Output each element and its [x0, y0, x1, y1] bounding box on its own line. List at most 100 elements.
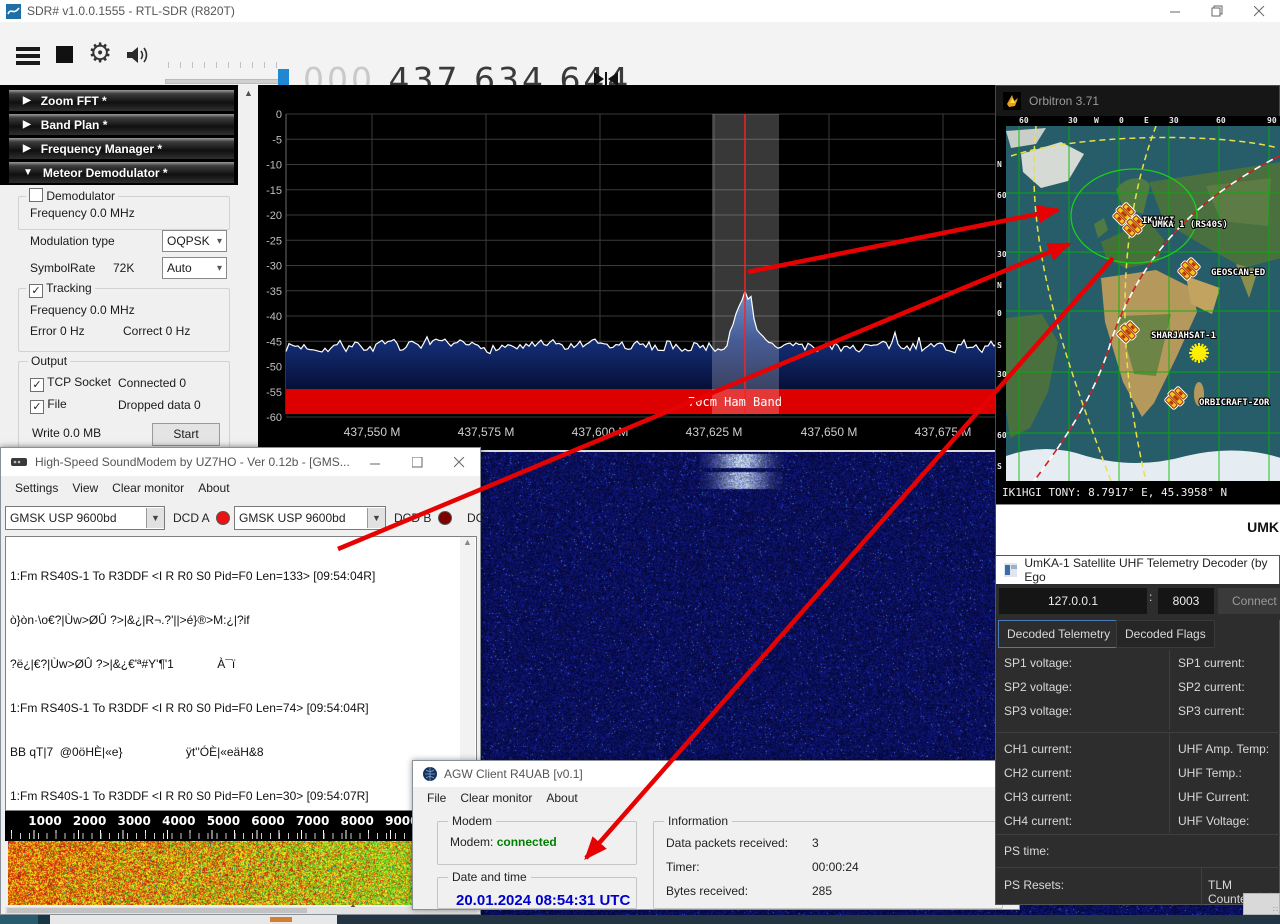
- panel-band-plan[interactable]: ▶Band Plan *: [8, 113, 235, 136]
- file-label: File: [47, 397, 66, 411]
- orbitron-window: Orbitron 3.71 6030W0E306090 N6030N0S3060…: [995, 85, 1280, 557]
- settings-gear-icon[interactable]: ⚙: [88, 40, 112, 67]
- dcd-a-label: DCD A: [173, 511, 210, 525]
- dcd-b-indicator: [438, 511, 452, 525]
- modem-a-value: GMSK USP 9600bd: [6, 511, 146, 525]
- telemetry-field: UHF Temp.:: [1178, 766, 1242, 780]
- info-value: 00:00:24: [812, 860, 859, 874]
- svg-text:-25: -25: [266, 235, 282, 247]
- panel-zoom-fft[interactable]: ▶Zoom FFT *: [8, 89, 235, 112]
- modem-a-select[interactable]: GMSK USP 9600bd▼: [5, 506, 165, 530]
- scroll-up-icon[interactable]: ▲: [239, 85, 258, 102]
- svg-text:0: 0: [276, 109, 282, 121]
- dcd-b-label: DCD B: [394, 511, 431, 525]
- svg-text:-10: -10: [266, 160, 282, 172]
- umka-titlebar[interactable]: UmKA-1 Satellite UHF Telemetry Decoder (…: [996, 556, 1279, 584]
- panel-label: Meteor Demodulator *: [43, 166, 168, 180]
- file-checkbox[interactable]: ✓ File: [30, 397, 67, 414]
- speaker-icon[interactable]: [126, 45, 150, 70]
- agw-app-icon: [423, 767, 437, 781]
- volume-ticks-top: [168, 62, 286, 68]
- panel-meteor-demodulator[interactable]: ▼ Meteor Demodulator *: [8, 161, 235, 184]
- scale-label: 1000: [28, 814, 61, 828]
- svg-text:-50: -50: [266, 362, 282, 374]
- svg-text:70cm Ham Band: 70cm Ham Band: [688, 395, 782, 409]
- menu-about[interactable]: About: [546, 791, 577, 805]
- sdrsharp-app-icon: [6, 4, 21, 19]
- tab-decoded-telemetry[interactable]: Decoded Telemetry: [998, 620, 1119, 648]
- menu-clear-monitor[interactable]: Clear monitor: [460, 791, 532, 805]
- ip-address-field[interactable]: 127.0.0.1: [999, 588, 1147, 614]
- packet-monitor[interactable]: 1:Fm RS40S-1 To R3DDF <I R R0 S0 Pid=F0 …: [5, 536, 477, 811]
- soundmodem-titlebar[interactable]: High-Speed SoundModem by UZ7HO - Ver 0.1…: [1, 448, 480, 476]
- sidebar-panel-headers: ▶Zoom FFT * ▶Band Plan * ▶Frequency Mana…: [0, 85, 238, 185]
- volume-slider-track[interactable]: [165, 79, 289, 84]
- port-field[interactable]: 8003: [1158, 588, 1214, 614]
- symbolrate-label: SymbolRate: [30, 261, 95, 275]
- latitude-label: S: [997, 341, 1002, 350]
- info-value: 285: [812, 884, 832, 898]
- map-longitude-scale: 6030W0E306090: [996, 116, 1280, 126]
- sdrsharp-titlebar[interactable]: SDR# v1.0.0.1555 - RTL-SDR (R820T): [0, 0, 1280, 22]
- svg-text:437,625 M: 437,625 M: [686, 425, 743, 439]
- svg-text:-40: -40: [266, 311, 282, 323]
- desktop: SDR# v1.0.0.1555 - RTL-SDR (R820T) ⚙ 000…: [0, 0, 1280, 924]
- expand-arrow-icon: ▼: [23, 167, 33, 178]
- monitor-line: 1:Fm RS40S-1 To R3DDF <I R R0 S0 Pid=F0 …: [10, 700, 476, 716]
- tab-decoded-flags[interactable]: Decoded Flags: [1116, 620, 1215, 648]
- telemetry-field: SP3 voltage:: [1004, 704, 1072, 718]
- sidebar-scrollbar[interactable]: ▲: [239, 85, 258, 445]
- menu-file[interactable]: File: [427, 791, 446, 805]
- connect-button[interactable]: Connect: [1218, 588, 1280, 614]
- minimize-icon[interactable]: [1154, 0, 1196, 22]
- svg-text:-45: -45: [266, 336, 282, 348]
- menu-about[interactable]: About: [198, 481, 229, 495]
- umka-app-icon: [1004, 563, 1017, 577]
- modulation-type-select[interactable]: OQPSK▾: [162, 230, 227, 252]
- ps-time-field: PS time:: [1004, 844, 1049, 858]
- dropdown-arrow-icon[interactable]: ▼: [367, 508, 385, 528]
- dcd-a-indicator: [216, 511, 230, 525]
- start-button[interactable]: Start: [152, 423, 220, 446]
- minimize-icon[interactable]: [354, 448, 396, 476]
- information-group-label: Information: [664, 814, 732, 828]
- menu-settings[interactable]: Settings: [15, 481, 58, 495]
- soundmodem-spectrogram[interactable]: [8, 841, 474, 905]
- datetime-value: 20.01.2024 08:54:31 UTC: [456, 892, 630, 909]
- symbolrate-mode: Auto: [167, 261, 192, 275]
- demodulator-checkbox[interactable]: Demodulator: [26, 188, 118, 203]
- stop-button[interactable]: [56, 46, 73, 63]
- symbolrate-value: 72K: [113, 261, 134, 275]
- symbolrate-select[interactable]: Auto▾: [162, 257, 227, 279]
- tcp-socket-checkbox[interactable]: ✓ TCP Socket: [30, 375, 111, 392]
- latitude-label: 0: [997, 309, 1002, 318]
- longitude-label: 30: [1169, 116, 1179, 125]
- datetime-group: Date and time 20.01.2024 08:54:31 UTC: [437, 877, 637, 909]
- dropdown-arrow-icon[interactable]: ▼: [146, 508, 164, 528]
- svg-text:437,575 M: 437,575 M: [458, 425, 515, 439]
- monitor-line: 1:Fm RS40S-1 To R3DDF <I R R0 S0 Pid=F0 …: [10, 568, 476, 584]
- menu-view[interactable]: View: [72, 481, 98, 495]
- scale-label: 3000: [117, 814, 150, 828]
- orbitron-titlebar[interactable]: Orbitron 3.71: [996, 86, 1279, 116]
- write-status: Write 0.0 MB: [32, 426, 101, 440]
- menu-clear-monitor[interactable]: Clear monitor: [112, 481, 184, 495]
- agw-titlebar[interactable]: AGW Client R4UAB [v0.1]: [413, 761, 1019, 787]
- spectrogram-hscrollbar[interactable]: [5, 907, 477, 914]
- close-icon[interactable]: [1238, 0, 1280, 22]
- modem-group: Modem Modem: connected: [437, 821, 637, 865]
- maximize-icon[interactable]: [396, 448, 438, 476]
- latitude-label: N: [997, 281, 1002, 290]
- restore-icon[interactable]: [1196, 0, 1238, 22]
- modem-b-select[interactable]: GMSK USP 9600bd▼: [234, 506, 386, 530]
- background-strip: [0, 915, 1280, 924]
- umka-label: UMKA 1 (RS40S): [1152, 220, 1228, 230]
- close-icon[interactable]: [438, 448, 480, 476]
- latitude-label: S: [997, 462, 1002, 471]
- tracking-checkbox[interactable]: ✓ Tracking: [26, 281, 95, 298]
- telemetry-field: SP2 voltage:: [1004, 680, 1072, 694]
- panel-frequency-manager[interactable]: ▶Frequency Manager *: [8, 137, 235, 160]
- spectrogram-frequency-scale: 100020003000400050006000700080009000: [5, 811, 477, 841]
- orbitron-satellite-name: UMK: [1247, 519, 1279, 535]
- menu-hamburger-icon[interactable]: [16, 44, 40, 68]
